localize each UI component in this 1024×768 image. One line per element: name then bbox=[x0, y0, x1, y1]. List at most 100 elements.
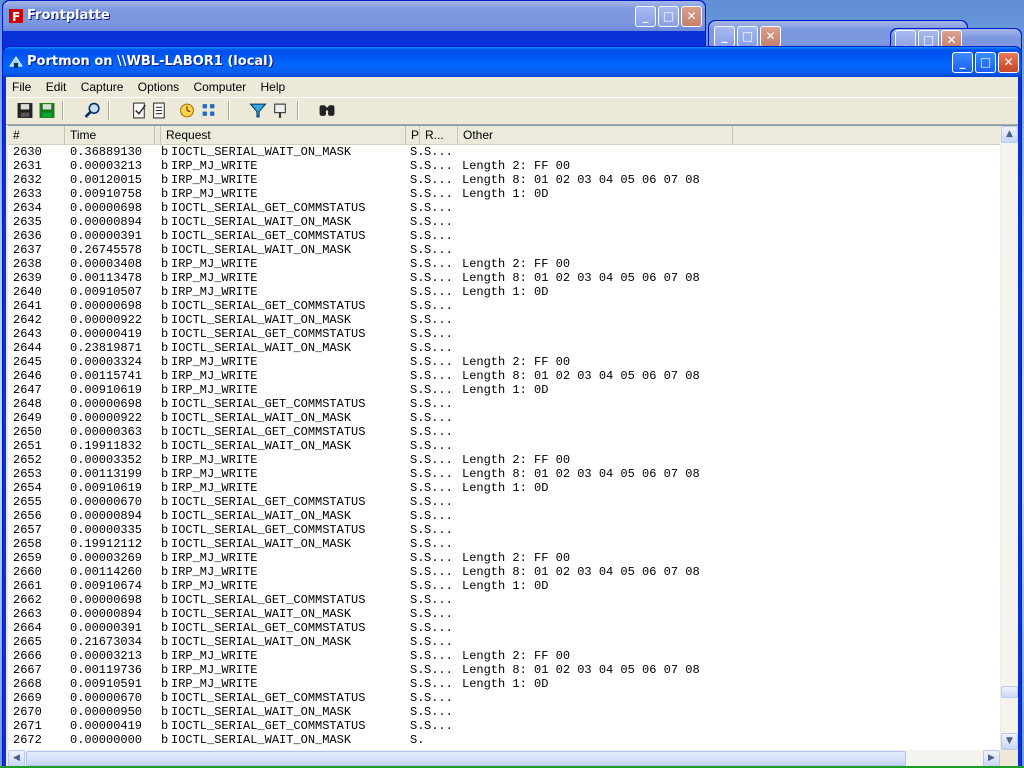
toolbar-separator bbox=[297, 101, 299, 120]
table-row[interactable]: 2663 0.00000894 b IOCTL_SERIAL_WAIT_ON_MASK… bbox=[8, 607, 1000, 621]
portmon-window[interactable]: Portmon on \\WBL-LABOR1 (local) _ □ ✕ Fi… bbox=[2, 46, 1022, 768]
table-row[interactable]: 2638 0.00003408 b IRP_MJ_WRITE S. S... Length … bbox=[8, 257, 1000, 271]
menu-file[interactable]: File bbox=[6, 77, 36, 94]
find-icon[interactable] bbox=[318, 102, 336, 119]
table-row[interactable]: 2658 0.19912112 b IOCTL_SERIAL_WAIT_ON_MASK… bbox=[8, 537, 1000, 551]
row-request: IRP_MJ_WRITE bbox=[171, 285, 258, 299]
save-icon[interactable] bbox=[16, 102, 34, 119]
scroll-left-button[interactable]: ◀ bbox=[8, 750, 25, 767]
close-button[interactable]: ✕ bbox=[998, 52, 1019, 73]
table-row[interactable]: 2662 0.00000698 b IOCTL_SERIAL_GET_COMMSTAT… bbox=[8, 593, 1000, 607]
table-row[interactable]: 2671 0.00000419 b IOCTL_SERIAL_GET_COMMSTAT… bbox=[8, 719, 1000, 733]
magnifier-icon[interactable] bbox=[84, 102, 102, 119]
column-header-other[interactable]: Other bbox=[458, 126, 733, 144]
close-button[interactable]: ✕ bbox=[681, 6, 702, 27]
save-as-icon[interactable] bbox=[38, 102, 56, 119]
menu-computer[interactable]: Computer bbox=[187, 77, 251, 94]
table-row[interactable]: 2635 0.00000894 b IOCTL_SERIAL_WAIT_ON_MASK… bbox=[8, 215, 1000, 229]
table-row[interactable]: 2653 0.00113199 b IRP_MJ_WRITE S. S... Length … bbox=[8, 467, 1000, 481]
table-row[interactable]: 2651 0.19911832 b IOCTL_SERIAL_WAIT_ON_MASK… bbox=[8, 439, 1000, 453]
table-row[interactable]: 2672 0.00000000 b IOCTL_SERIAL_WAIT_ON_MASK… bbox=[8, 733, 1000, 747]
clock-icon[interactable] bbox=[178, 102, 196, 119]
table-row[interactable]: 2661 0.00910674 b IRP_MJ_WRITE S. S... Length … bbox=[8, 579, 1000, 593]
minimize-button[interactable]: _ bbox=[714, 26, 735, 47]
row-result: S... bbox=[424, 397, 453, 411]
minimize-button[interactable]: _ bbox=[952, 52, 973, 73]
table-row[interactable]: 2654 0.00910619 b IRP_MJ_WRITE S. S... Length … bbox=[8, 481, 1000, 495]
capture-list[interactable]: # Time Request P R... Other 2630 0.368891… bbox=[8, 125, 1018, 767]
table-row[interactable]: 2647 0.00910619 b IRP_MJ_WRITE S. S... Length … bbox=[8, 383, 1000, 397]
table-row[interactable]: 2643 0.00000419 b IOCTL_SERIAL_GET_COMMSTAT… bbox=[8, 327, 1000, 341]
frontplatte-titlebar[interactable]: F Frontplatte _ □ ✕ bbox=[3, 1, 705, 31]
horizontal-scroll-thumb[interactable] bbox=[26, 751, 906, 766]
table-row[interactable]: 2660 0.00114260 b IRP_MJ_WRITE S. S... Length … bbox=[8, 565, 1000, 579]
table-row[interactable]: 2655 0.00000670 b IOCTL_SERIAL_GET_COMMSTAT… bbox=[8, 495, 1000, 509]
table-row[interactable]: 2666 0.00003213 b IRP_MJ_WRITE S. S... Length … bbox=[8, 649, 1000, 663]
table-row[interactable]: 2636 0.00000391 b IOCTL_SERIAL_GET_COMMSTAT… bbox=[8, 229, 1000, 243]
filter-icon[interactable] bbox=[249, 102, 267, 119]
portmon-titlebar[interactable]: Portmon on \\WBL-LABOR1 (local) _ □ ✕ bbox=[3, 47, 1021, 77]
row-path: S. bbox=[410, 411, 424, 425]
table-row[interactable]: 2665 0.21673034 b IOCTL_SERIAL_WAIT_ON_MASK… bbox=[8, 635, 1000, 649]
table-row[interactable]: 2631 0.00003213 b IRP_MJ_WRITE S. S... Length … bbox=[8, 159, 1000, 173]
column-header-result[interactable]: R... bbox=[420, 126, 458, 144]
table-row[interactable]: 2668 0.00910591 b IRP_MJ_WRITE S. S... Length … bbox=[8, 677, 1000, 691]
scroll-up-button[interactable]: ▲ bbox=[1001, 126, 1018, 143]
row-result: S... bbox=[424, 173, 453, 187]
scroll-thumb[interactable] bbox=[1001, 686, 1018, 698]
autoscroll-icon[interactable] bbox=[131, 102, 149, 119]
maximize-button[interactable]: □ bbox=[975, 52, 996, 73]
horizontal-scrollbar[interactable]: ◀ ▶ bbox=[8, 750, 1000, 767]
table-row[interactable]: 2649 0.00000922 b IOCTL_SERIAL_WAIT_ON_MASK… bbox=[8, 411, 1000, 425]
table-row[interactable]: 2646 0.00115741 b IRP_MJ_WRITE S. S... Length … bbox=[8, 369, 1000, 383]
scroll-right-button[interactable]: ▶ bbox=[983, 750, 1000, 767]
table-row[interactable]: 2633 0.00910758 b IRP_MJ_WRITE S. S... Length … bbox=[8, 187, 1000, 201]
table-row[interactable]: 2641 0.00000698 b IOCTL_SERIAL_GET_COMMSTAT… bbox=[8, 299, 1000, 313]
ports-icon[interactable] bbox=[200, 102, 218, 119]
table-row[interactable]: 2669 0.00000670 b IOCTL_SERIAL_GET_COMMSTAT… bbox=[8, 691, 1000, 705]
column-header-path[interactable]: P bbox=[406, 126, 420, 144]
row-number: 2667 bbox=[13, 663, 42, 677]
table-row[interactable]: 2670 0.00000950 b IOCTL_SERIAL_WAIT_ON_MASK… bbox=[8, 705, 1000, 719]
row-time: 0.00000670 bbox=[70, 495, 143, 509]
table-row[interactable]: 2645 0.00003324 b IRP_MJ_WRITE S. S... Length … bbox=[8, 355, 1000, 369]
row-result: S... bbox=[424, 537, 453, 551]
vertical-scrollbar[interactable]: ▲ ▼ bbox=[1000, 126, 1018, 750]
table-row[interactable]: 2648 0.00000698 b IOCTL_SERIAL_GET_COMMSTAT… bbox=[8, 397, 1000, 411]
table-row[interactable]: 2656 0.00000894 b IOCTL_SERIAL_WAIT_ON_MASK… bbox=[8, 509, 1000, 523]
minimize-button[interactable]: _ bbox=[635, 6, 656, 27]
row-process: b bbox=[161, 439, 169, 453]
table-row[interactable]: 2659 0.00003269 b IRP_MJ_WRITE S. S... Length … bbox=[8, 551, 1000, 565]
table-row[interactable]: 2630 0.36889130 b IOCTL_SERIAL_WAIT_ON_MASK… bbox=[8, 145, 1000, 159]
table-row[interactable]: 2664 0.00000391 b IOCTL_SERIAL_GET_COMMSTAT… bbox=[8, 621, 1000, 635]
table-row[interactable]: 2640 0.00910507 b IRP_MJ_WRITE S. S... Length … bbox=[8, 285, 1000, 299]
column-header-number[interactable]: # bbox=[8, 126, 65, 144]
frontplatte-window[interactable]: F Frontplatte _ □ ✕ bbox=[2, 0, 706, 50]
table-row[interactable]: 2652 0.00003352 b IRP_MJ_WRITE S. S... Length … bbox=[8, 453, 1000, 467]
menu-options[interactable]: Options bbox=[132, 77, 184, 94]
table-row[interactable]: 2657 0.00000335 b IOCTL_SERIAL_GET_COMMSTAT… bbox=[8, 523, 1000, 537]
maximize-button[interactable]: □ bbox=[658, 6, 679, 27]
table-row[interactable]: 2634 0.00000698 b IOCTL_SERIAL_GET_COMMSTAT… bbox=[8, 201, 1000, 215]
column-header-time[interactable]: Time bbox=[65, 126, 155, 144]
table-row[interactable]: 2639 0.00113478 b IRP_MJ_WRITE S. S... Length … bbox=[8, 271, 1000, 285]
menu-capture[interactable]: Capture bbox=[75, 77, 129, 94]
close-button[interactable]: ✕ bbox=[760, 26, 781, 47]
row-request: IOCTL_SERIAL_WAIT_ON_MASK bbox=[171, 215, 352, 229]
maximize-button[interactable]: □ bbox=[737, 26, 758, 47]
table-row[interactable]: 2644 0.23819871 b IOCTL_SERIAL_WAIT_ON_MASK… bbox=[8, 341, 1000, 355]
table-row[interactable]: 2667 0.00119736 b IRP_MJ_WRITE S. S... Length … bbox=[8, 663, 1000, 677]
table-row[interactable]: 2650 0.00000363 b IOCTL_SERIAL_GET_COMMSTAT… bbox=[8, 425, 1000, 439]
menu-edit[interactable]: Edit bbox=[40, 77, 72, 94]
clear-display-icon[interactable] bbox=[151, 102, 169, 119]
highlight-icon[interactable] bbox=[271, 102, 289, 119]
table-row[interactable]: 2632 0.00120015 b IRP_MJ_WRITE S. S... Length … bbox=[8, 173, 1000, 187]
scroll-down-button[interactable]: ▼ bbox=[1001, 733, 1018, 750]
table-row[interactable]: 2642 0.00000922 b IOCTL_SERIAL_WAIT_ON_MASK… bbox=[8, 313, 1000, 327]
row-result: S... bbox=[424, 215, 453, 229]
table-row[interactable]: 2637 0.26745578 b IOCTL_SERIAL_WAIT_ON_MASK… bbox=[8, 243, 1000, 257]
column-header-request[interactable]: Request bbox=[161, 126, 406, 144]
menu-help[interactable]: Help bbox=[255, 77, 291, 94]
row-path: S. bbox=[410, 439, 424, 453]
row-number: 2671 bbox=[13, 719, 42, 733]
